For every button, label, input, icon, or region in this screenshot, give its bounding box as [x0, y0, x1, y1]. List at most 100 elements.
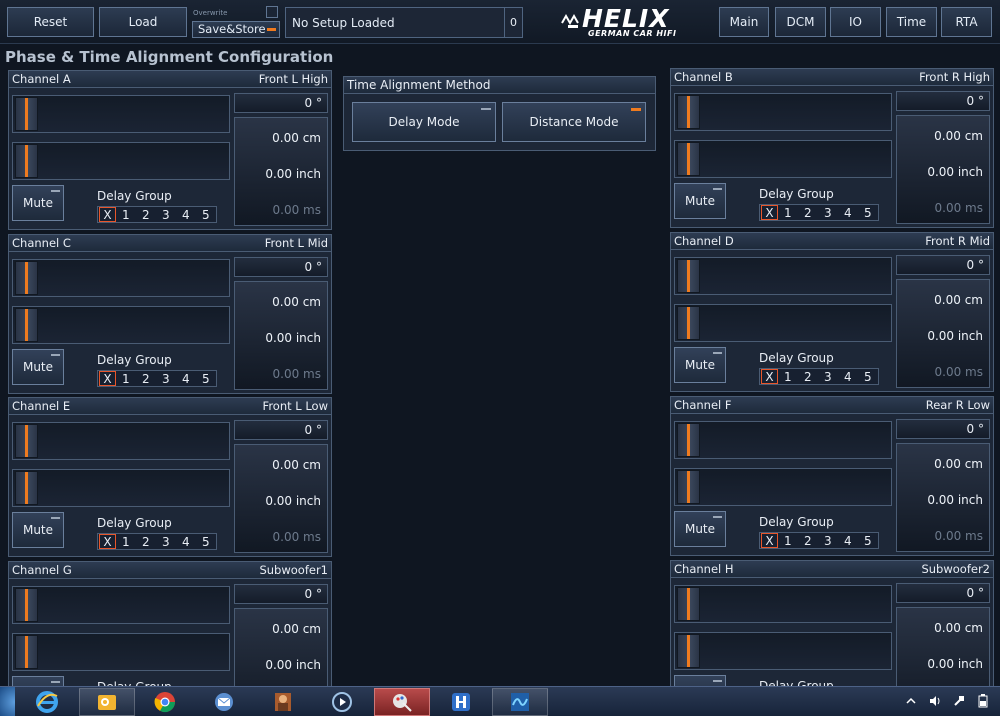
nav-io-button[interactable]: IO	[830, 7, 881, 37]
delay-group-x-option[interactable]: X	[99, 371, 116, 386]
phase-value[interactable]: 0 °	[896, 583, 990, 603]
delay-inch-value[interactable]: 0.00 inch	[265, 167, 321, 181]
delay-group-1-option[interactable]: 1	[784, 370, 792, 384]
delay-group-2-option[interactable]: 2	[804, 534, 812, 548]
delay-slider-handle[interactable]	[15, 308, 38, 342]
delay-cm-value[interactable]: 0.00 cm	[272, 131, 321, 145]
delay-group-4-option[interactable]: 4	[182, 372, 190, 386]
delay-group-5-option[interactable]: 5	[202, 535, 210, 549]
phase-slider[interactable]	[12, 95, 230, 133]
mute-button[interactable]: Mute	[674, 183, 726, 219]
helix-dsp-app[interactable]	[433, 688, 489, 716]
chrome-app[interactable]	[137, 688, 193, 716]
delay-inch-value[interactable]: 0.00 inch	[265, 331, 321, 345]
battery-icon[interactable]	[976, 694, 990, 708]
delay-group-x-option[interactable]: X	[761, 369, 778, 384]
delay-group-1-option[interactable]: 1	[122, 208, 130, 222]
load-button[interactable]: Load	[99, 7, 187, 37]
delay-cm-value[interactable]: 0.00 cm	[934, 621, 983, 635]
delay-slider-handle[interactable]	[677, 634, 700, 668]
delay-cm-value[interactable]: 0.00 cm	[934, 457, 983, 471]
mute-button[interactable]: Mute	[12, 349, 64, 385]
delay-slider[interactable]	[12, 469, 230, 507]
delay-group-3-option[interactable]: 3	[824, 206, 832, 220]
save-store-button[interactable]: Save&Store	[192, 21, 280, 38]
phase-slider-handle[interactable]	[677, 259, 700, 293]
phase-value[interactable]: 0 °	[234, 93, 328, 113]
delay-inch-value[interactable]: 0.00 inch	[927, 165, 983, 179]
phase-slider-handle[interactable]	[677, 95, 700, 129]
nav-main-button[interactable]: Main	[719, 7, 769, 37]
phase-slider-handle[interactable]	[677, 423, 700, 457]
nav-dcm-button[interactable]: DCM	[775, 7, 826, 37]
delay-slider[interactable]	[674, 468, 892, 506]
mail-app[interactable]	[196, 688, 252, 716]
delay-group-x-option[interactable]: X	[99, 534, 116, 549]
delay-group-5-option[interactable]: 5	[202, 208, 210, 222]
phase-slider-handle[interactable]	[15, 588, 38, 622]
reset-button[interactable]: Reset	[7, 7, 94, 37]
delay-inch-value[interactable]: 0.00 inch	[927, 329, 983, 343]
overwrite-checkbox[interactable]	[266, 6, 278, 18]
delay-group-4-option[interactable]: 4	[844, 534, 852, 548]
delay-slider[interactable]	[12, 306, 230, 344]
mute-button[interactable]: Mute	[12, 512, 64, 548]
phase-value[interactable]: 0 °	[234, 257, 328, 277]
delay-group-5-option[interactable]: 5	[864, 534, 872, 548]
delay-group-x-option[interactable]: X	[761, 205, 778, 220]
phase-value[interactable]: 0 °	[896, 255, 990, 275]
delay-group-2-option[interactable]: 2	[142, 372, 150, 386]
delay-group-3-option[interactable]: 3	[824, 370, 832, 384]
phase-slider[interactable]	[674, 585, 892, 623]
media-player-app[interactable]	[314, 688, 370, 716]
delay-slider[interactable]	[674, 140, 892, 178]
delay-slider-handle[interactable]	[15, 144, 38, 178]
delay-slider-handle[interactable]	[677, 470, 700, 504]
delay-group-3-option[interactable]: 3	[162, 372, 170, 386]
delay-group-1-option[interactable]: 1	[122, 372, 130, 386]
delay-group-1-option[interactable]: 1	[784, 206, 792, 220]
phase-value[interactable]: 0 °	[896, 419, 990, 439]
mute-button[interactable]: Mute	[12, 185, 64, 221]
delay-group-x-option[interactable]: X	[99, 207, 116, 222]
delay-slider[interactable]	[674, 632, 892, 670]
delay-group-4-option[interactable]: 4	[182, 535, 190, 549]
plug-icon[interactable]	[952, 694, 966, 708]
delay-inch-value[interactable]: 0.00 inch	[927, 657, 983, 671]
internet-explorer-app[interactable]	[19, 688, 75, 716]
delay-inch-value[interactable]: 0.00 inch	[265, 658, 321, 672]
delay-group-2-option[interactable]: 2	[142, 208, 150, 222]
mute-button[interactable]: Mute	[674, 511, 726, 547]
delay-group-4-option[interactable]: 4	[844, 206, 852, 220]
nav-time-button[interactable]: Time	[886, 7, 937, 37]
delay-group-3-option[interactable]: 3	[824, 534, 832, 548]
phase-slider[interactable]	[12, 422, 230, 460]
delay-group-2-option[interactable]: 2	[804, 370, 812, 384]
delay-group-4-option[interactable]: 4	[844, 370, 852, 384]
delay-cm-value[interactable]: 0.00 cm	[272, 458, 321, 472]
start-button[interactable]	[0, 687, 15, 716]
phase-slider-handle[interactable]	[677, 587, 700, 621]
phase-slider[interactable]	[674, 257, 892, 295]
outlook-app[interactable]	[79, 688, 135, 716]
delay-group-x-option[interactable]: X	[761, 533, 778, 548]
delay-group-2-option[interactable]: 2	[804, 206, 812, 220]
paint-app[interactable]	[374, 688, 430, 716]
delay-group-2-option[interactable]: 2	[142, 535, 150, 549]
delay-group-3-option[interactable]: 3	[162, 535, 170, 549]
delay-group-5-option[interactable]: 5	[864, 370, 872, 384]
delay-group-1-option[interactable]: 1	[784, 534, 792, 548]
delay-group-4-option[interactable]: 4	[182, 208, 190, 222]
delay-mode-button[interactable]: Delay Mode	[352, 102, 496, 142]
delay-inch-value[interactable]: 0.00 inch	[265, 494, 321, 508]
phase-slider[interactable]	[674, 421, 892, 459]
delay-cm-value[interactable]: 0.00 cm	[934, 129, 983, 143]
phase-value[interactable]: 0 °	[234, 420, 328, 440]
chevron-up-icon[interactable]	[904, 694, 918, 708]
delay-cm-value[interactable]: 0.00 cm	[272, 295, 321, 309]
delay-slider[interactable]	[674, 304, 892, 342]
nav-rta-button[interactable]: RTA	[941, 7, 992, 37]
phase-slider-handle[interactable]	[15, 424, 38, 458]
phase-slider-handle[interactable]	[15, 261, 38, 295]
photo-viewer-app[interactable]	[255, 688, 311, 716]
